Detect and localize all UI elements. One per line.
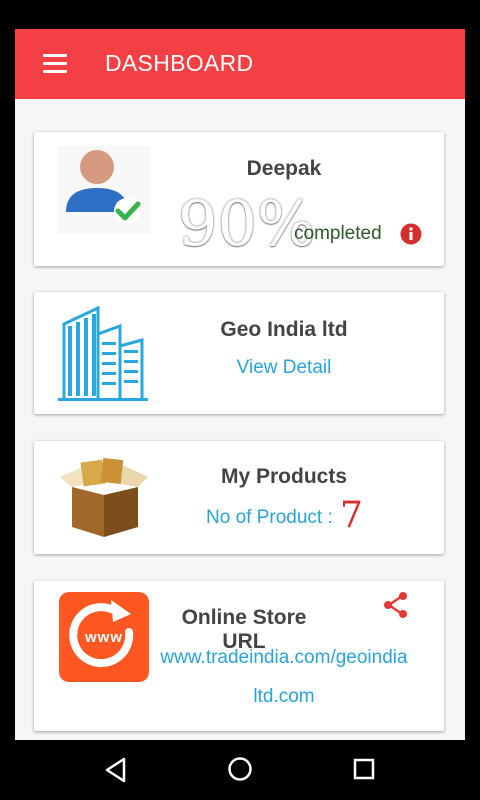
online-store-card[interactable]: www Online Store URL www.tradeindia.com/… [34, 581, 444, 731]
building-icon [58, 304, 150, 404]
product-count-label[interactable]: No of Product : [206, 507, 333, 529]
store-url-line1[interactable]: www.tradeindia.com/geoindia [150, 647, 418, 669]
user-avatar-icon [58, 146, 150, 234]
view-detail-link[interactable]: View Detail [184, 357, 384, 379]
share-icon[interactable] [382, 591, 410, 619]
app-screen: DASHBOARD Deepak 90% completed Geo India… [15, 29, 465, 740]
info-icon[interactable] [400, 223, 422, 245]
completion-label: completed [294, 223, 382, 244]
home-icon[interactable] [227, 756, 253, 787]
product-count: 7 [340, 495, 363, 536]
products-title: My Products [220, 465, 348, 488]
company-name: Geo India ltd [220, 318, 348, 341]
company-card[interactable]: Geo India ltd View Detail [34, 292, 444, 414]
page-title: DASHBOARD [105, 50, 254, 76]
www-refresh-icon: www [59, 592, 149, 682]
check-icon [114, 198, 141, 224]
user-name: Deepak [246, 157, 322, 180]
profile-card[interactable]: Deepak 90% completed [34, 132, 444, 266]
recents-icon[interactable] [353, 758, 375, 785]
store-url-line2[interactable]: ltd.com [150, 686, 418, 708]
product-box-icon [58, 457, 150, 539]
products-card[interactable]: My Products No of Product : 7 [34, 441, 444, 554]
hamburger-menu-icon[interactable] [43, 54, 67, 74]
app-bar: DASHBOARD [15, 29, 465, 99]
back-icon[interactable] [104, 757, 128, 788]
svg-text:www: www [84, 629, 123, 646]
dashboard-content: Deepak 90% completed Geo India ltd View … [15, 99, 465, 740]
system-nav-bar [0, 740, 480, 800]
